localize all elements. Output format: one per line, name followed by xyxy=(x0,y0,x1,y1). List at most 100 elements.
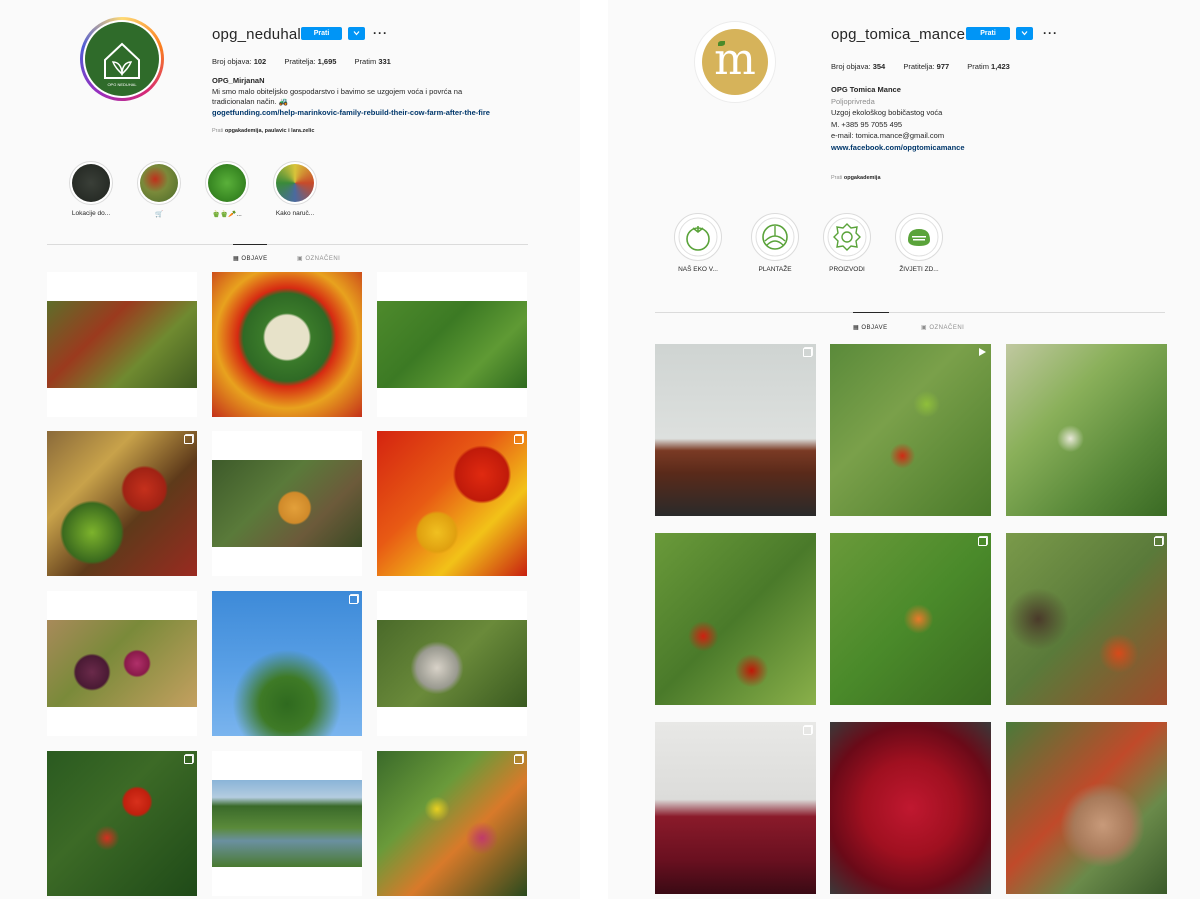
highlight-item[interactable]: 🫑🫑🥕... xyxy=(200,161,254,218)
carousel-icon xyxy=(184,755,193,764)
post-thumbnail[interactable] xyxy=(1006,722,1167,894)
following-count: 1,423 xyxy=(991,62,1010,71)
post-thumbnail[interactable] xyxy=(655,722,816,894)
tabs-divider xyxy=(47,244,528,245)
suggestions-dropdown-button[interactable] xyxy=(1016,27,1033,40)
followed-by[interactable]: Prati opgakademija xyxy=(831,175,881,181)
followed-by-names: opgakademija xyxy=(843,175,881,181)
tab-tagged[interactable]: ▣ OZNAČENI xyxy=(297,255,340,262)
following-link[interactable]: Pratim 331 xyxy=(355,57,391,66)
avatar-letter: m xyxy=(714,34,756,85)
profile-stats: Broj objava: 102 Pratitelja: 1,695 Prati… xyxy=(212,57,391,66)
tab-tagged[interactable]: ▣ OZNAČENI xyxy=(921,324,964,331)
follow-button[interactable]: Prati xyxy=(301,27,342,40)
highlight-item[interactable]: PROIZVODI xyxy=(817,213,877,273)
post-thumbnail[interactable] xyxy=(377,431,527,576)
tab-posts[interactable]: ▦ OBJAVE xyxy=(853,324,888,331)
post-image xyxy=(377,301,527,388)
highlight-item[interactable]: PLANTAŽE xyxy=(745,213,805,273)
carousel-icon xyxy=(978,537,987,546)
followers-link[interactable]: Pratitelja: 977 xyxy=(903,62,949,71)
post-thumbnail[interactable] xyxy=(47,591,197,736)
tab-posts[interactable]: ▦ OBJAVE xyxy=(233,255,268,262)
highlight-item[interactable]: Kako naruč... xyxy=(268,161,322,217)
carousel-icon xyxy=(1154,537,1163,546)
suggestions-dropdown-button[interactable] xyxy=(348,27,365,40)
post-thumbnail[interactable] xyxy=(655,533,816,705)
follow-button[interactable]: Prati xyxy=(966,27,1010,40)
post-image xyxy=(1006,533,1167,705)
active-tab-indicator xyxy=(233,244,267,245)
profile-stats: Broj objava: 354 Pratitelja: 977 Pratim … xyxy=(831,62,1010,71)
post-thumbnail[interactable] xyxy=(830,344,991,516)
highlight-cover xyxy=(72,164,110,202)
tomato-icon xyxy=(678,217,718,257)
profile-avatar[interactable]: m xyxy=(694,21,776,103)
post-image xyxy=(1006,722,1167,894)
more-options-button[interactable]: ··· xyxy=(1043,27,1058,39)
post-image xyxy=(655,722,816,894)
gear-leaf-icon xyxy=(827,217,867,257)
followers-count: 1,695 xyxy=(317,57,337,66)
post-thumbnail[interactable] xyxy=(377,591,527,736)
carousel-icon xyxy=(184,435,193,444)
tabs-divider xyxy=(655,312,1165,313)
highlight-label: 🛒 xyxy=(154,211,164,218)
tab-posts-label: OBJAVE xyxy=(861,325,888,331)
post-thumbnail[interactable] xyxy=(212,751,362,896)
following-link[interactable]: Pratim 1,423 xyxy=(967,62,1010,71)
posts-count-label: Broj objava: xyxy=(831,62,871,71)
post-thumbnail[interactable] xyxy=(830,722,991,894)
post-image xyxy=(47,620,197,707)
highlight-label: NAŠ EKO V... xyxy=(678,266,718,273)
profile-avatar[interactable]: OPG NEDUHAL xyxy=(80,17,164,101)
post-thumbnail[interactable] xyxy=(47,431,197,576)
followers-count: 977 xyxy=(936,62,950,71)
profile-username: opg_neduhal xyxy=(212,26,301,43)
highlight-label: PROIZVODI xyxy=(829,266,865,273)
bio-email: e-mail: tomica.mance@gmail.com xyxy=(831,131,945,140)
post-thumbnail[interactable] xyxy=(212,272,362,417)
profile-full-name: OPG_MirjanaN xyxy=(212,76,265,85)
post-thumbnail[interactable] xyxy=(212,591,362,736)
post-thumbnail[interactable] xyxy=(1006,344,1167,516)
bio-line-2: tradicionalan način. 🚜 xyxy=(212,97,289,106)
bio-website-link[interactable]: www.facebook.com/opgtomicamance xyxy=(831,142,1171,154)
profile-category: Poljoprivreda xyxy=(831,96,875,106)
post-thumbnail[interactable] xyxy=(1006,533,1167,705)
post-image xyxy=(212,591,362,736)
highlight-label: ŽIVJETI ZD... xyxy=(899,266,939,273)
carousel-icon xyxy=(803,726,812,735)
highlight-item[interactable]: NAŠ EKO V... xyxy=(668,213,728,273)
post-thumbnail[interactable] xyxy=(830,533,991,705)
video-play-icon xyxy=(979,348,986,356)
highlight-item[interactable]: ŽIVJETI ZD... xyxy=(889,213,949,273)
post-image xyxy=(212,460,362,547)
post-image xyxy=(830,533,991,705)
post-thumbnail[interactable] xyxy=(47,751,197,896)
post-thumbnail[interactable] xyxy=(47,272,197,417)
posts-count-label: Broj objava: xyxy=(212,57,252,66)
bio-line-1: Mi smo malo obiteljsko gospodarstvo i ba… xyxy=(212,86,463,96)
post-thumbnail[interactable] xyxy=(377,751,527,896)
more-options-button[interactable]: ··· xyxy=(373,27,388,39)
highlight-item[interactable]: Lokacije do... xyxy=(64,161,118,217)
right-profile-panel: m opg_tomica_mance Prati ··· Broj objava… xyxy=(608,0,1200,899)
post-thumbnail[interactable] xyxy=(212,431,362,576)
left-profile-panel: OPG NEDUHAL opg_neduhal Prati ··· Broj o… xyxy=(0,0,580,899)
post-thumbnail[interactable] xyxy=(655,344,816,516)
highlight-cover xyxy=(208,164,246,202)
followed-by[interactable]: Prati opgakademija, paulavic i lara.zeli… xyxy=(212,128,314,134)
avatar-logo: OPG NEDUHAL xyxy=(85,22,159,96)
post-image xyxy=(377,431,527,576)
highlight-item[interactable]: 🛒 xyxy=(132,161,186,218)
highlight-label: 🫑🫑🥕... xyxy=(212,211,242,218)
badge-icon xyxy=(899,217,939,257)
carousel-icon xyxy=(349,595,358,604)
followers-link[interactable]: Pratitelja: 1,695 xyxy=(284,57,336,66)
post-thumbnail[interactable] xyxy=(377,272,527,417)
posts-count: 102 xyxy=(253,57,267,66)
bio-website-link[interactable]: gogetfunding.com/help-marinkovic-family-… xyxy=(212,108,532,119)
post-image xyxy=(47,751,197,896)
post-image xyxy=(47,301,197,388)
